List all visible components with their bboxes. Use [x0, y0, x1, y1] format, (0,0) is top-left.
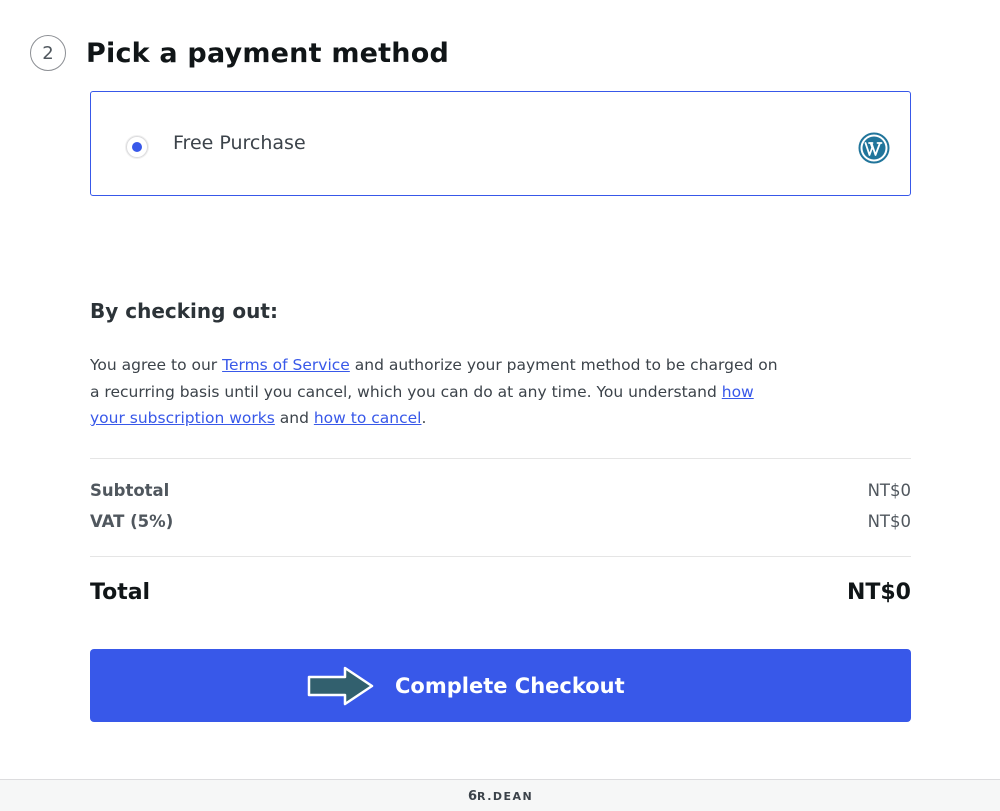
divider [90, 458, 911, 459]
terms-text-part: and [274, 409, 314, 427]
terms-text: You agree to our Terms of Service and au… [90, 352, 790, 432]
footer-bar: 6 R.DEAN [0, 779, 1000, 811]
divider [90, 556, 911, 557]
vat-value: NT$0 [867, 512, 911, 531]
subtotal-line: Subtotal NT$0 [90, 481, 911, 500]
wordpress-logo-icon [858, 132, 890, 164]
step-number-badge: 2 [30, 35, 66, 71]
how-to-cancel-link[interactable]: how to cancel [314, 409, 422, 427]
checkout-page: 2 Pick a payment method Free Purchase By… [0, 0, 1000, 811]
vat-label: VAT (5%) [90, 512, 174, 531]
terms-of-service-link[interactable]: Terms of Service [222, 356, 350, 374]
terms-heading: By checking out: [90, 299, 278, 323]
payment-radio[interactable] [126, 136, 148, 158]
radio-selected-dot [132, 142, 142, 152]
step-header: 2 Pick a payment method [30, 33, 449, 73]
total-line: Total NT$0 [90, 580, 911, 605]
payment-option-label: Free Purchase [173, 132, 306, 154]
step-title: Pick a payment method [86, 37, 449, 69]
total-value: NT$0 [846, 580, 911, 605]
vat-line: VAT (5%) NT$0 [90, 512, 911, 531]
arrow-right-icon [307, 666, 374, 706]
payment-option-free-purchase[interactable]: Free Purchase [90, 91, 911, 196]
footer-brand-mark: 6 [468, 789, 478, 804]
total-label: Total [90, 580, 151, 605]
subtotal-value: NT$0 [867, 481, 911, 500]
footer-brand-text: R.DEAN [477, 790, 534, 803]
terms-text-part: . [421, 409, 427, 427]
subtotal-label: Subtotal [90, 481, 170, 500]
complete-checkout-button[interactable]: Complete Checkout [90, 649, 911, 722]
terms-text-part: You agree to our [90, 356, 223, 374]
complete-checkout-label: Complete Checkout [395, 674, 625, 698]
footer-brand-logo: 6 R.DEAN [468, 789, 533, 804]
